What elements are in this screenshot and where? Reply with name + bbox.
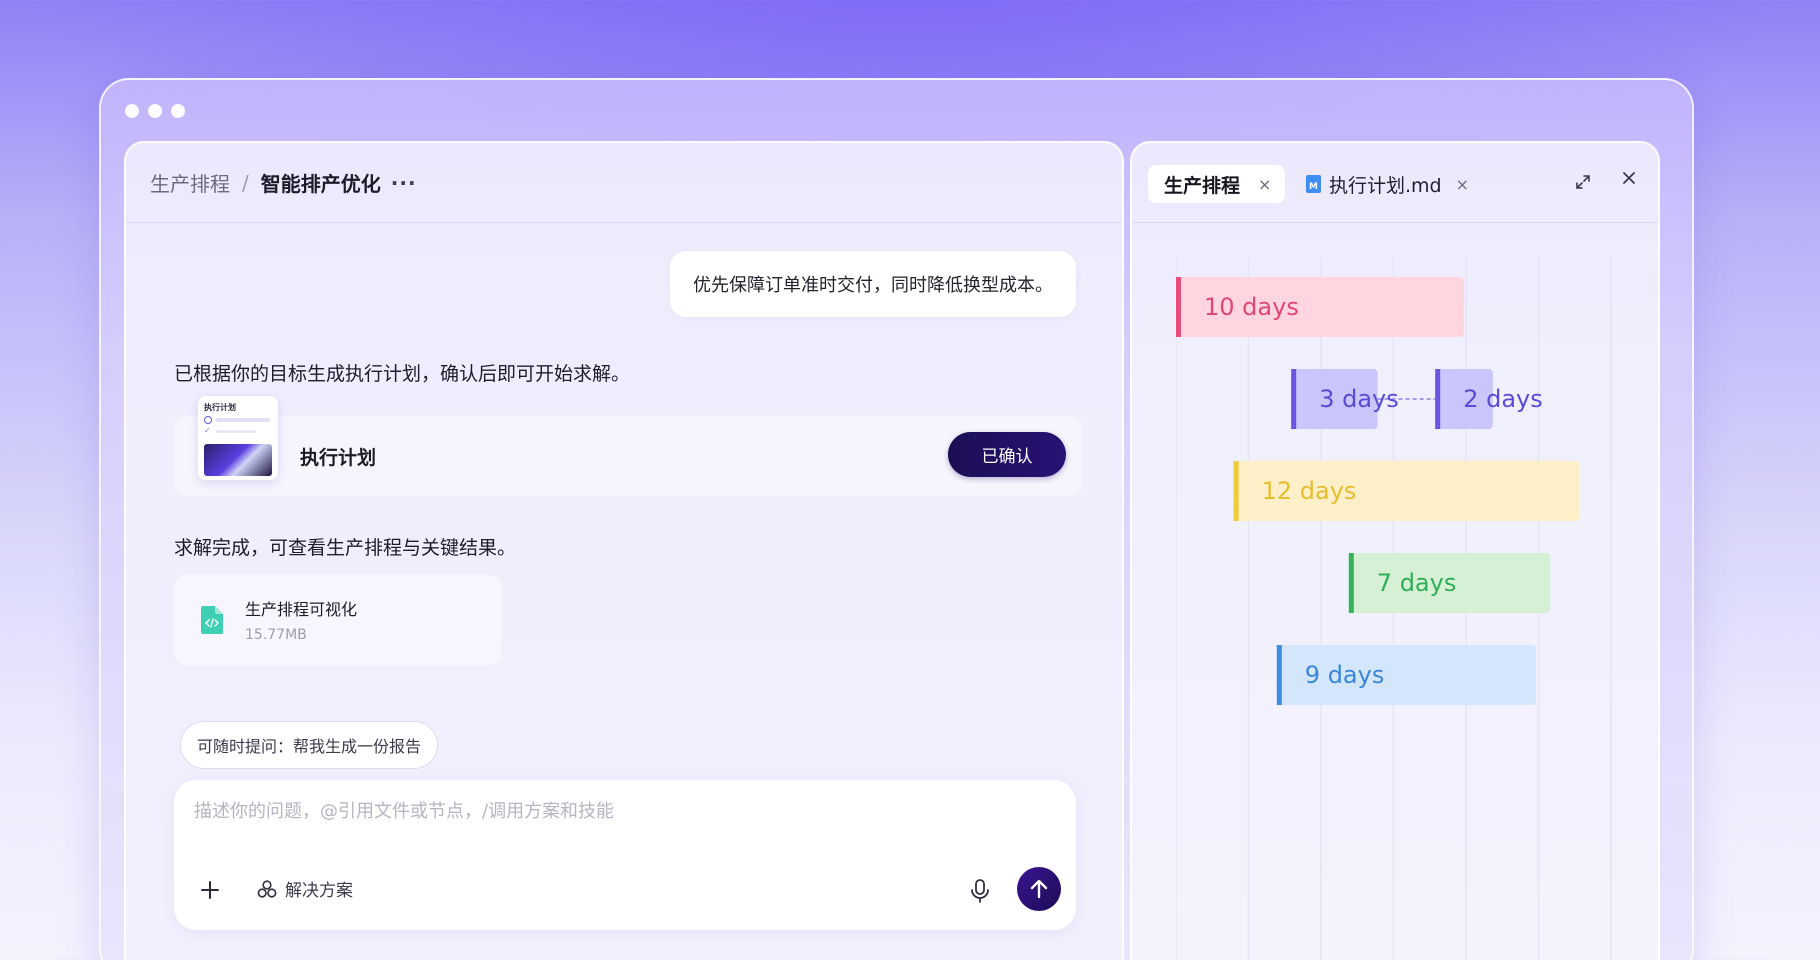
gantt-bar-label: 9 days bbox=[1305, 661, 1385, 689]
solutions-label: 解决方案 bbox=[285, 881, 353, 901]
window-dot-icon[interactable] bbox=[148, 104, 162, 118]
plan-label: 执行计划 bbox=[300, 447, 377, 469]
thumbnail-image bbox=[204, 444, 272, 476]
confirmed-button[interactable]: 已确认 bbox=[948, 432, 1066, 477]
gantt-bar[interactable]: 12 days bbox=[1233, 461, 1580, 521]
expand-icon[interactable] bbox=[1574, 173, 1592, 191]
gantt-bar[interactable]: 3 days bbox=[1291, 369, 1399, 429]
file-attachment[interactable]: 生产排程可视化 15.77MB bbox=[174, 575, 502, 665]
gantt-bar[interactable]: 9 days bbox=[1276, 645, 1536, 705]
gantt-bar-accent bbox=[1348, 553, 1354, 613]
gantt-bar-label: 3 days bbox=[1319, 385, 1399, 413]
tab-close-icon[interactable]: × bbox=[1258, 175, 1271, 194]
chat-panel: 生产排程 / 智能排产优化 ··· 优先保障订单准时交付，同时降低换型成本。 已… bbox=[124, 141, 1124, 960]
preview-tabs: 生产排程 × M 执行计划.md × bbox=[1132, 143, 1658, 223]
file-name: 生产排程可视化 bbox=[245, 600, 358, 619]
gantt-bar-label: 7 days bbox=[1377, 569, 1457, 597]
page-title: 智能排产优化 bbox=[260, 172, 381, 196]
breadcrumb-separator: / bbox=[242, 170, 249, 195]
gantt-bar-accent bbox=[1291, 369, 1297, 429]
gantt-bar[interactable]: 2 days bbox=[1435, 369, 1543, 429]
tab-production-schedule[interactable]: 生产排程 × bbox=[1148, 165, 1286, 203]
solutions-button[interactable]: 解决方案 bbox=[257, 876, 353, 901]
gantt-bars: 10 days 3 days 2 days 12 days 7 days 9 days bbox=[1176, 277, 1580, 705]
plan-thumbnail[interactable]: 执行计划 ✓ bbox=[198, 396, 278, 480]
gantt-bar-label: 12 days bbox=[1262, 477, 1357, 505]
markdown-file-icon: M bbox=[1306, 175, 1321, 193]
file-size: 15.77MB bbox=[245, 627, 307, 643]
send-button[interactable] bbox=[1017, 867, 1061, 911]
suggestion-chip[interactable]: 可随时提问：帮我生成一份报告 bbox=[180, 721, 439, 769]
window-controls bbox=[125, 104, 185, 118]
tab-execution-plan[interactable]: M 执行计划.md × bbox=[1306, 165, 1469, 203]
tab-close-icon[interactable]: × bbox=[1456, 175, 1469, 194]
thumbnail-line bbox=[216, 430, 256, 433]
gantt-bar[interactable]: 7 days bbox=[1348, 553, 1551, 613]
check-icon: ✓ bbox=[204, 426, 211, 435]
solutions-icon bbox=[257, 879, 277, 898]
thumbnail-line bbox=[216, 418, 270, 422]
gantt-bar-accent bbox=[1276, 645, 1282, 705]
gantt-chart: 10 days 3 days 2 days 12 days 7 days 9 days bbox=[1176, 257, 1612, 960]
microphone-icon[interactable] bbox=[968, 878, 992, 904]
breadcrumb-parent[interactable]: 生产排程 bbox=[150, 168, 230, 197]
gantt-bar-label: 2 days bbox=[1463, 385, 1543, 413]
message-input[interactable] bbox=[194, 794, 1034, 828]
user-message: 优先保障订单准时交付，同时降低换型成本。 bbox=[670, 251, 1076, 317]
plus-icon[interactable] bbox=[198, 878, 222, 902]
code-file-icon bbox=[201, 606, 223, 634]
breadcrumb: 生产排程 / 智能排产优化 ··· bbox=[126, 143, 1122, 223]
radio-icon bbox=[204, 416, 212, 424]
tab-label: 执行计划.md bbox=[1329, 174, 1442, 197]
window-dot-icon[interactable] bbox=[171, 104, 185, 118]
gantt-bar-accent bbox=[1176, 277, 1181, 337]
assistant-message: 求解完成，可查看生产排程与关键结果。 bbox=[174, 537, 517, 559]
assistant-message: 已根据你的目标生成执行计划，确认后即可开始求解。 bbox=[174, 363, 631, 385]
arrow-up-icon bbox=[1030, 879, 1048, 899]
tab-label: 生产排程 bbox=[1164, 174, 1241, 197]
preview-panel: 生产排程 × M 执行计划.md × 10 days 3 days 2 days 12… bbox=[1130, 141, 1660, 960]
plan-card[interactable]: 执行计划 ✓ 执行计划 已确认 bbox=[174, 396, 1082, 496]
thumbnail-title: 执行计划 bbox=[204, 403, 236, 412]
close-icon[interactable] bbox=[1620, 169, 1638, 187]
gantt-bar-accent bbox=[1233, 461, 1239, 521]
gantt-bar-accent bbox=[1435, 369, 1441, 429]
gantt-bar[interactable]: 10 days bbox=[1176, 277, 1464, 337]
composer: 解决方案 bbox=[174, 780, 1076, 930]
window-dot-icon[interactable] bbox=[125, 104, 139, 118]
gantt-bar-label: 10 days bbox=[1204, 293, 1299, 321]
more-options-button[interactable]: ··· bbox=[391, 171, 417, 195]
